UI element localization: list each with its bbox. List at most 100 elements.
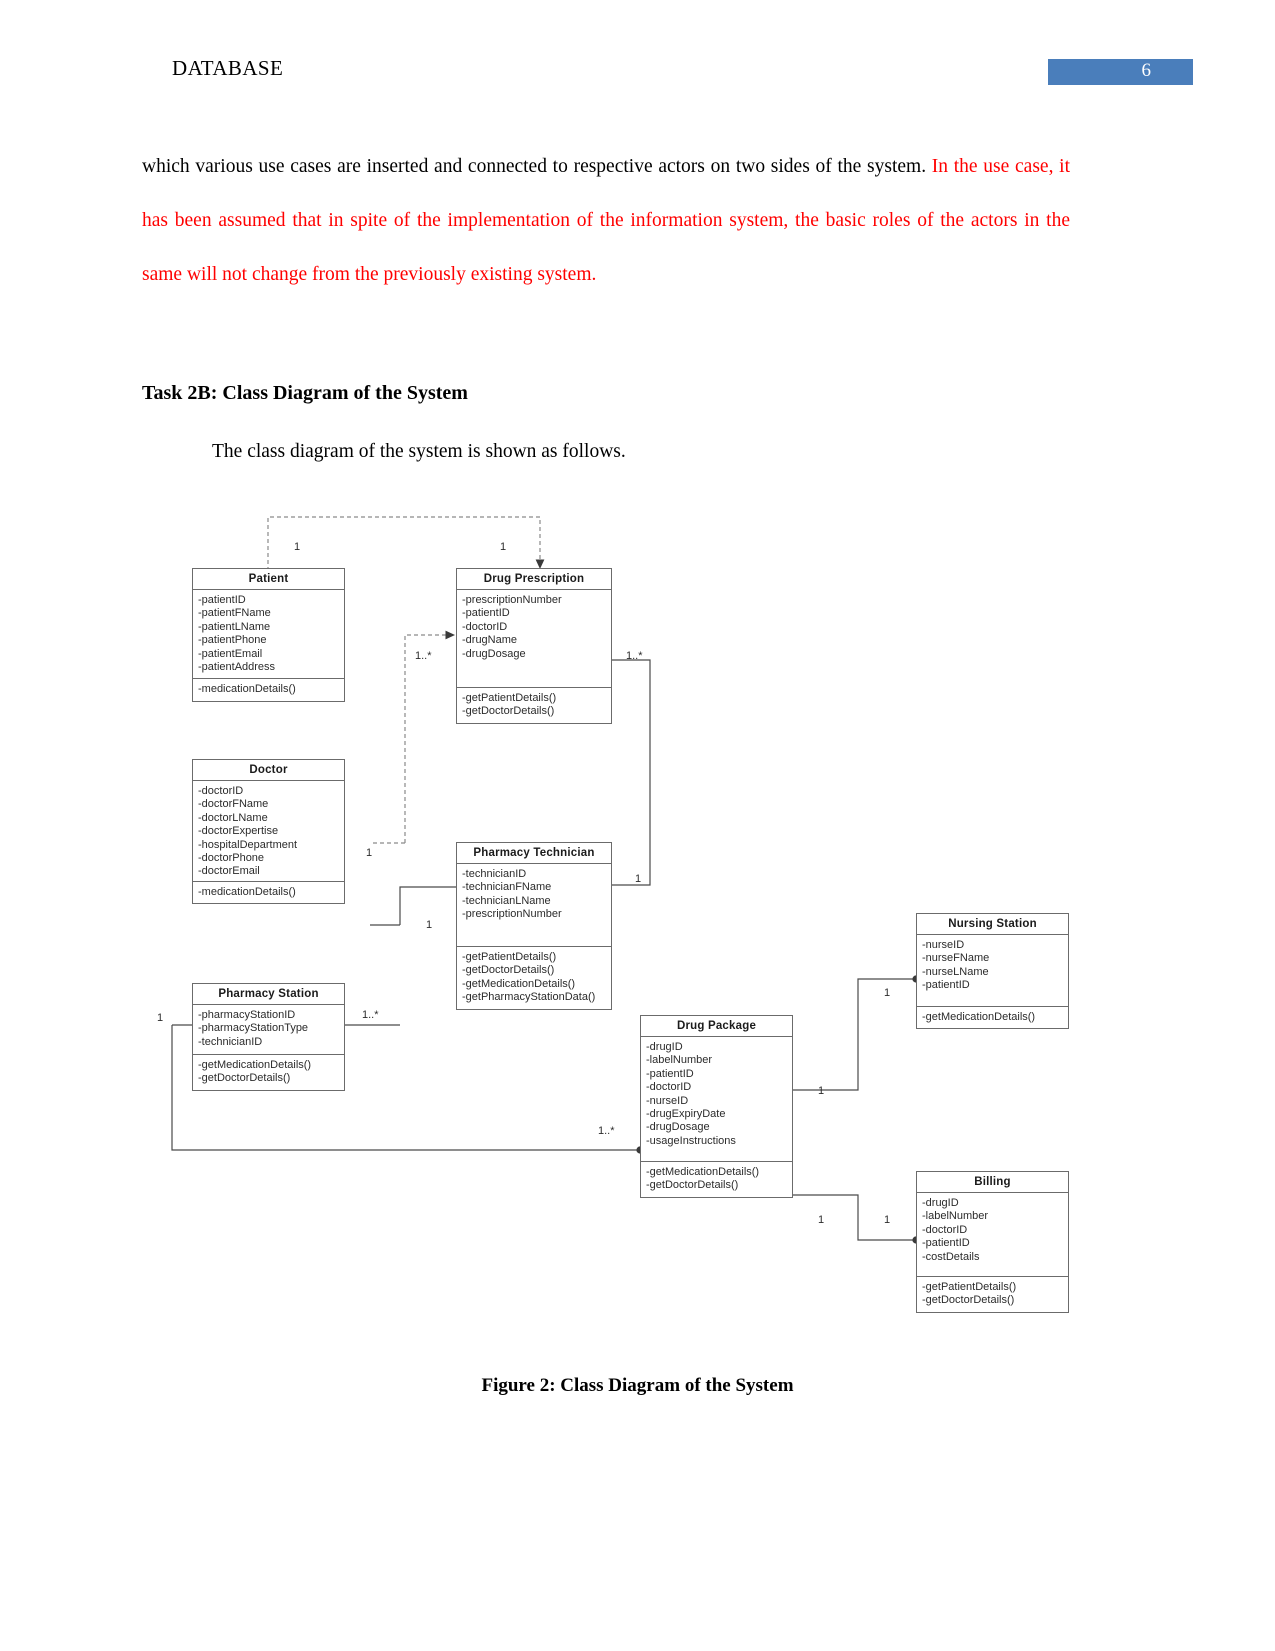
attribute: -patientLName xyxy=(198,620,271,633)
intro-line: The class diagram of the system is shown… xyxy=(212,441,626,462)
multiplicity-label: 1 xyxy=(818,1214,825,1226)
operation: -getPatientDetails() xyxy=(462,692,557,704)
operation: -getMedicationDetails() xyxy=(646,1166,760,1178)
class-operations: -getMedicationDetails() -getDoctorDetail… xyxy=(193,1055,344,1090)
class-attributes: -nurseID -nurseFName -nurseLName -patien… xyxy=(917,935,1068,1007)
attribute: -drugDosage xyxy=(462,647,526,660)
class-attributes: -drugID -labelNumber -patientID -doctorI… xyxy=(641,1037,792,1162)
attribute: -drugID xyxy=(922,1197,959,1209)
operation: -getDoctorDetails() xyxy=(198,1072,291,1085)
class-box-pharmacy-technician: Pharmacy Technician -technicianID -techn… xyxy=(456,842,612,1010)
attribute: -doctorFName xyxy=(198,798,269,811)
multiplicity-label: 1 xyxy=(157,1012,164,1024)
attribute: -technicianID xyxy=(198,1035,263,1048)
operation: -getMedicationDetails() xyxy=(198,1059,312,1071)
class-box-pharmacy-station: Pharmacy Station -pharmacyStationID -pha… xyxy=(192,983,345,1091)
multiplicity-label: 1 xyxy=(294,541,301,553)
class-box-drug-package: Drug Package -drugID -labelNumber -patie… xyxy=(640,1015,793,1198)
operation: -medicationDetails() xyxy=(198,886,296,898)
operation: -getDoctorDetails() xyxy=(462,964,555,977)
attribute: -drugID xyxy=(646,1041,683,1053)
class-attributes: -prescriptionNumber -patientID -doctorID… xyxy=(457,590,611,688)
class-title: Doctor xyxy=(193,760,344,781)
operation: -medicationDetails() xyxy=(198,683,296,696)
attribute: -prescriptionNumber xyxy=(462,908,562,921)
multiplicity-label: 1..* xyxy=(598,1125,615,1137)
page-header: DATABASE 6 xyxy=(0,0,1275,110)
attribute: -doctorID xyxy=(198,785,244,797)
attribute: -costDetails xyxy=(922,1250,980,1263)
attribute: -doctorPhone xyxy=(198,852,265,865)
attribute: -patientEmail xyxy=(198,647,263,660)
paragraph-black-text: which various use cases are inserted and… xyxy=(142,156,932,177)
body-paragraph: which various use cases are inserted and… xyxy=(142,140,1070,302)
attribute: -patientID xyxy=(922,979,970,992)
class-title: Drug Prescription xyxy=(457,569,611,590)
page-number: 6 xyxy=(1141,60,1152,81)
class-operations: -getPatientDetails() -getDoctorDetails() xyxy=(917,1277,1068,1312)
class-title: Pharmacy Technician xyxy=(457,843,611,864)
attribute: -patientID xyxy=(198,594,246,606)
multiplicity-label: 1 xyxy=(366,847,373,859)
operation: -getDoctorDetails() xyxy=(646,1179,739,1192)
figure-caption: Figure 2: Class Diagram of the System xyxy=(481,1375,794,1396)
class-title: Billing xyxy=(917,1172,1068,1193)
attribute: -hospitalDepartment xyxy=(198,838,298,851)
attribute: -technicianID xyxy=(462,868,527,880)
class-box-nursing-station: Nursing Station -nurseID -nurseFName -nu… xyxy=(916,913,1069,1030)
class-title: Patient xyxy=(193,569,344,590)
class-box-doctor: Doctor -doctorID -doctorFName -doctorLNa… xyxy=(192,759,345,905)
operation: -getPatientDetails() xyxy=(922,1281,1017,1293)
attribute: -doctorID xyxy=(646,1081,692,1094)
class-box-drug-prescription: Drug Prescription -prescriptionNumber -p… xyxy=(456,568,612,724)
multiplicity-label: 1 xyxy=(426,919,433,931)
attribute: -drugDosage xyxy=(646,1121,710,1134)
operation: -getPatientDetails() xyxy=(462,951,557,963)
attribute: -prescriptionNumber xyxy=(462,594,562,606)
class-diagram: 1 1 1..* 1..* 1 1 1 1 1..* 1 1 1..* 1 1 … xyxy=(0,495,1275,1355)
operation: -getMedicationDetails() xyxy=(462,977,576,990)
multiplicity-label: 1..* xyxy=(362,1009,379,1021)
attribute: -pharmacyStationType xyxy=(198,1022,309,1035)
attribute: -nurseID xyxy=(922,939,965,951)
class-attributes: -pharmacyStationID -pharmacyStationType … xyxy=(193,1005,344,1055)
class-attributes: -patientID -patientFName -patientLName -… xyxy=(193,590,344,680)
operation: -getDoctorDetails() xyxy=(462,705,555,718)
attribute: -nurseFName xyxy=(922,952,990,965)
class-title: Drug Package xyxy=(641,1016,792,1037)
attribute: -pharmacyStationID xyxy=(198,1009,296,1021)
attribute: -doctorID xyxy=(922,1223,968,1236)
class-operations: -getPatientDetails() -getDoctorDetails()… xyxy=(457,947,611,1009)
class-attributes: -drugID -labelNumber -doctorID -patientI… xyxy=(917,1193,1068,1277)
multiplicity-label: 1 xyxy=(884,987,891,999)
attribute: -patientPhone xyxy=(198,634,267,647)
header-title: DATABASE xyxy=(172,56,284,80)
attribute: -doctorLName xyxy=(198,811,268,824)
multiplicity-label: 1..* xyxy=(626,650,643,662)
attribute: -doctorID xyxy=(462,620,508,633)
attribute: -patientAddress xyxy=(198,661,276,674)
attribute: -patientFName xyxy=(198,607,271,620)
attribute: -labelNumber xyxy=(646,1054,713,1067)
class-operations: -getMedicationDetails() xyxy=(917,1007,1068,1028)
attribute: -nurseLName xyxy=(922,965,989,978)
attribute: -technicianLName xyxy=(462,894,551,907)
multiplicity-label: 1 xyxy=(635,873,642,885)
class-attributes: -doctorID -doctorFName -doctorLName -doc… xyxy=(193,781,344,882)
class-box-patient: Patient -patientID -patientFName -patien… xyxy=(192,568,345,702)
page-number-badge: 6 xyxy=(1048,59,1193,85)
operation: -getDoctorDetails() xyxy=(922,1294,1015,1307)
attribute: -drugName xyxy=(462,634,518,647)
class-title: Nursing Station xyxy=(917,914,1068,935)
class-operations: -medicationDetails() xyxy=(193,882,344,903)
attribute: -patientID xyxy=(462,607,510,620)
class-operations: -getPatientDetails() -getDoctorDetails() xyxy=(457,688,611,723)
attribute: -technicianFName xyxy=(462,881,552,894)
task-heading: Task 2B: Class Diagram of the System xyxy=(142,382,468,404)
attribute: -drugExpiryDate xyxy=(646,1108,726,1121)
operation: -getMedicationDetails() xyxy=(922,1011,1036,1023)
class-operations: -medicationDetails() xyxy=(193,679,344,700)
class-operations: -getMedicationDetails() -getDoctorDetail… xyxy=(641,1162,792,1197)
multiplicity-label: 1 xyxy=(500,541,507,553)
attribute: -patientID xyxy=(922,1237,970,1250)
